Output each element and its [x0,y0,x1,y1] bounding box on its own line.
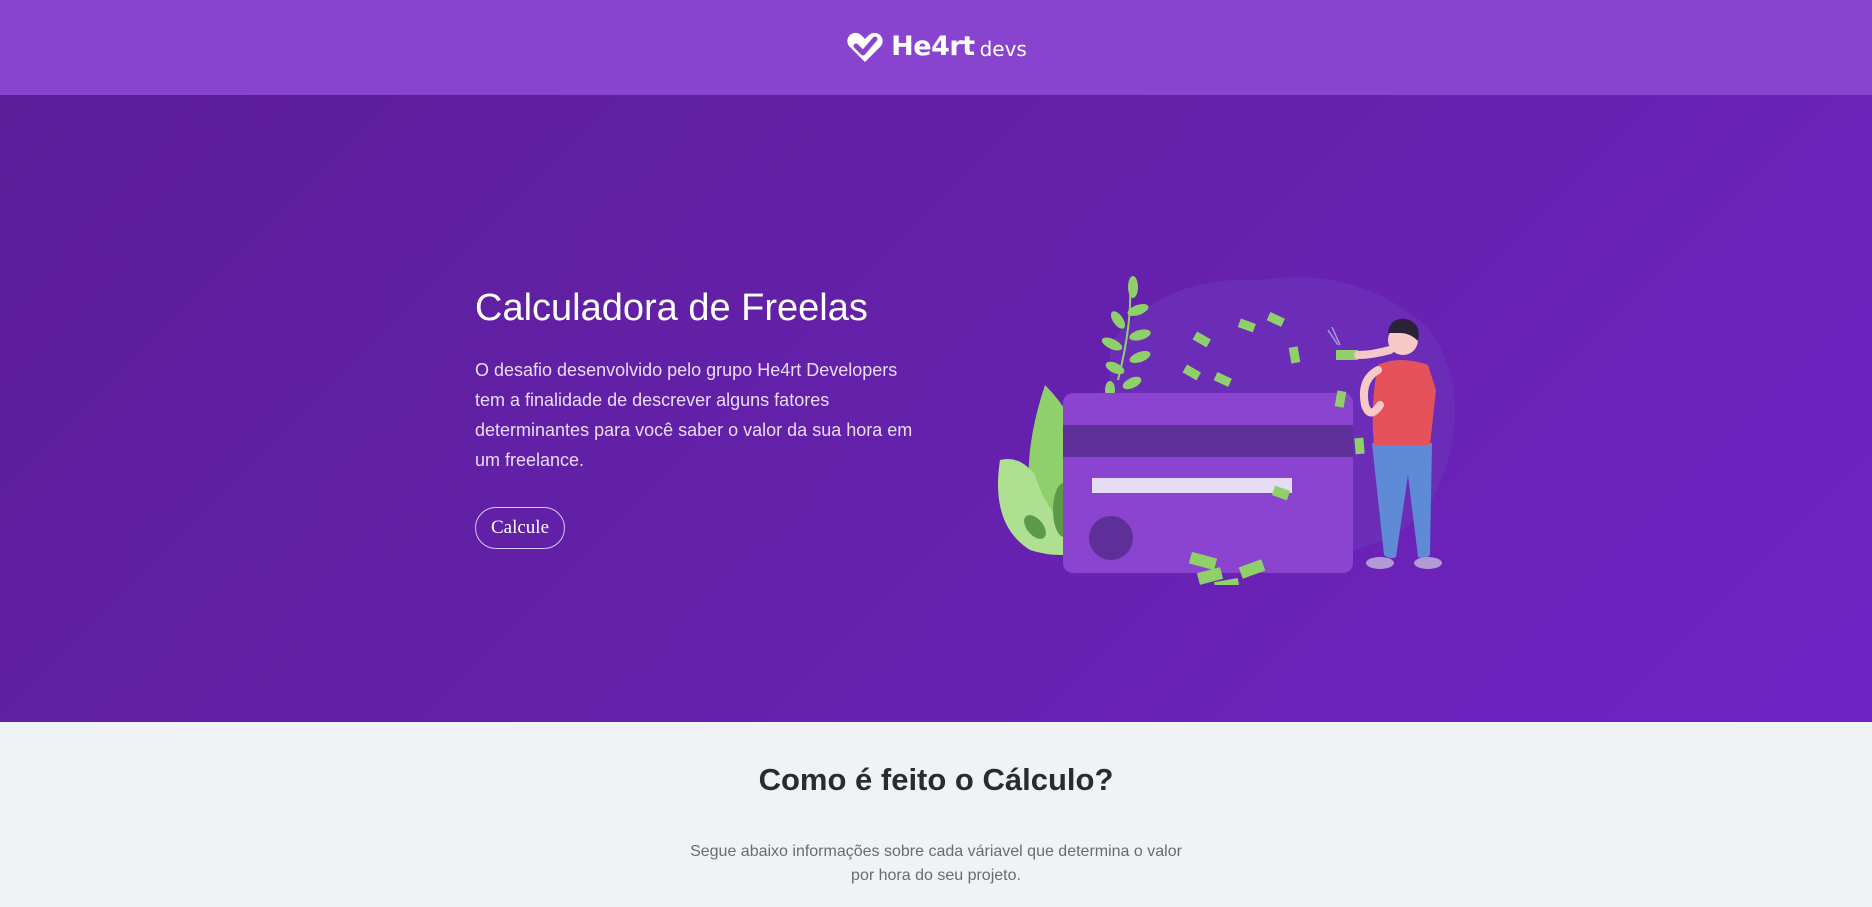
calculation-section: Como é feito o Cálculo? Segue abaixo inf… [0,722,1872,907]
logo[interactable]: He4rt devs [845,30,1027,64]
logo-name: He4rt [891,31,975,62]
hero-description: O desafio desenvolvido pelo grupo He4rt … [475,360,913,470]
section-description: Segue abaixo informações sobre cada vári… [690,843,1182,884]
logo-suffix: devs [979,37,1027,61]
calcule-button[interactable]: Calcule [475,507,565,549]
credit-card-money-illustration [998,276,1455,585]
hero-title: Calculadora de Freelas [475,287,868,329]
section-title: Como é feito o Cálculo? [758,762,1114,797]
heart-check-icon [847,32,883,62]
hero-section: Calculadora de Freelas O desafio desenvo… [0,95,1872,722]
top-header: He4rt devs [0,0,1872,95]
